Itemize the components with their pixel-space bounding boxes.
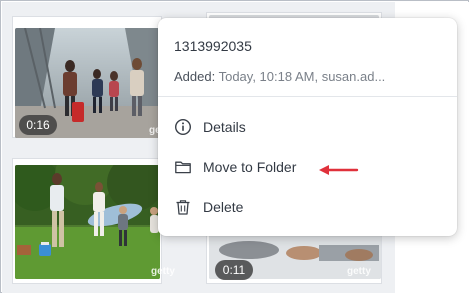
video-thumbnail[interactable]: [15, 165, 160, 279]
menu-divider: [158, 96, 457, 97]
menu-item-label: Move to Folder: [203, 159, 297, 175]
menu-item-delete[interactable]: Delete: [158, 189, 457, 225]
added-label: Added:: [174, 69, 216, 84]
screenshot-frame: 0:16 getty 0:11 getty 1313992035 Added: …: [0, 0, 469, 293]
video-duration-badge: 0:11: [215, 260, 253, 280]
added-value: Today, 10:18 AM, susan.ad...: [218, 69, 386, 84]
asset-context-menu: 1313992035 Added: Today, 10:18 AM, susan…: [158, 18, 457, 236]
folder-icon: [174, 158, 192, 176]
menu-item-label: Details: [203, 119, 246, 135]
getty-watermark: getty: [151, 266, 175, 277]
getty-watermark: getty: [347, 266, 371, 277]
menu-item-label: Delete: [203, 199, 244, 215]
video-duration-badge: 0:16: [19, 115, 57, 135]
asset-id: 1313992035: [174, 38, 252, 54]
info-icon: [174, 118, 192, 136]
trash-icon: [174, 198, 192, 216]
annotation-arrow-icon: [319, 165, 359, 175]
menu-item-details[interactable]: Details: [158, 109, 457, 145]
media-card[interactable]: 0:16 getty: [12, 16, 173, 138]
asset-added-info: Added: Today, 10:18 AM, susan.ad...: [174, 69, 444, 84]
menu-item-move-to-folder[interactable]: Move to Folder: [158, 149, 457, 185]
media-card[interactable]: getty: [12, 158, 175, 284]
